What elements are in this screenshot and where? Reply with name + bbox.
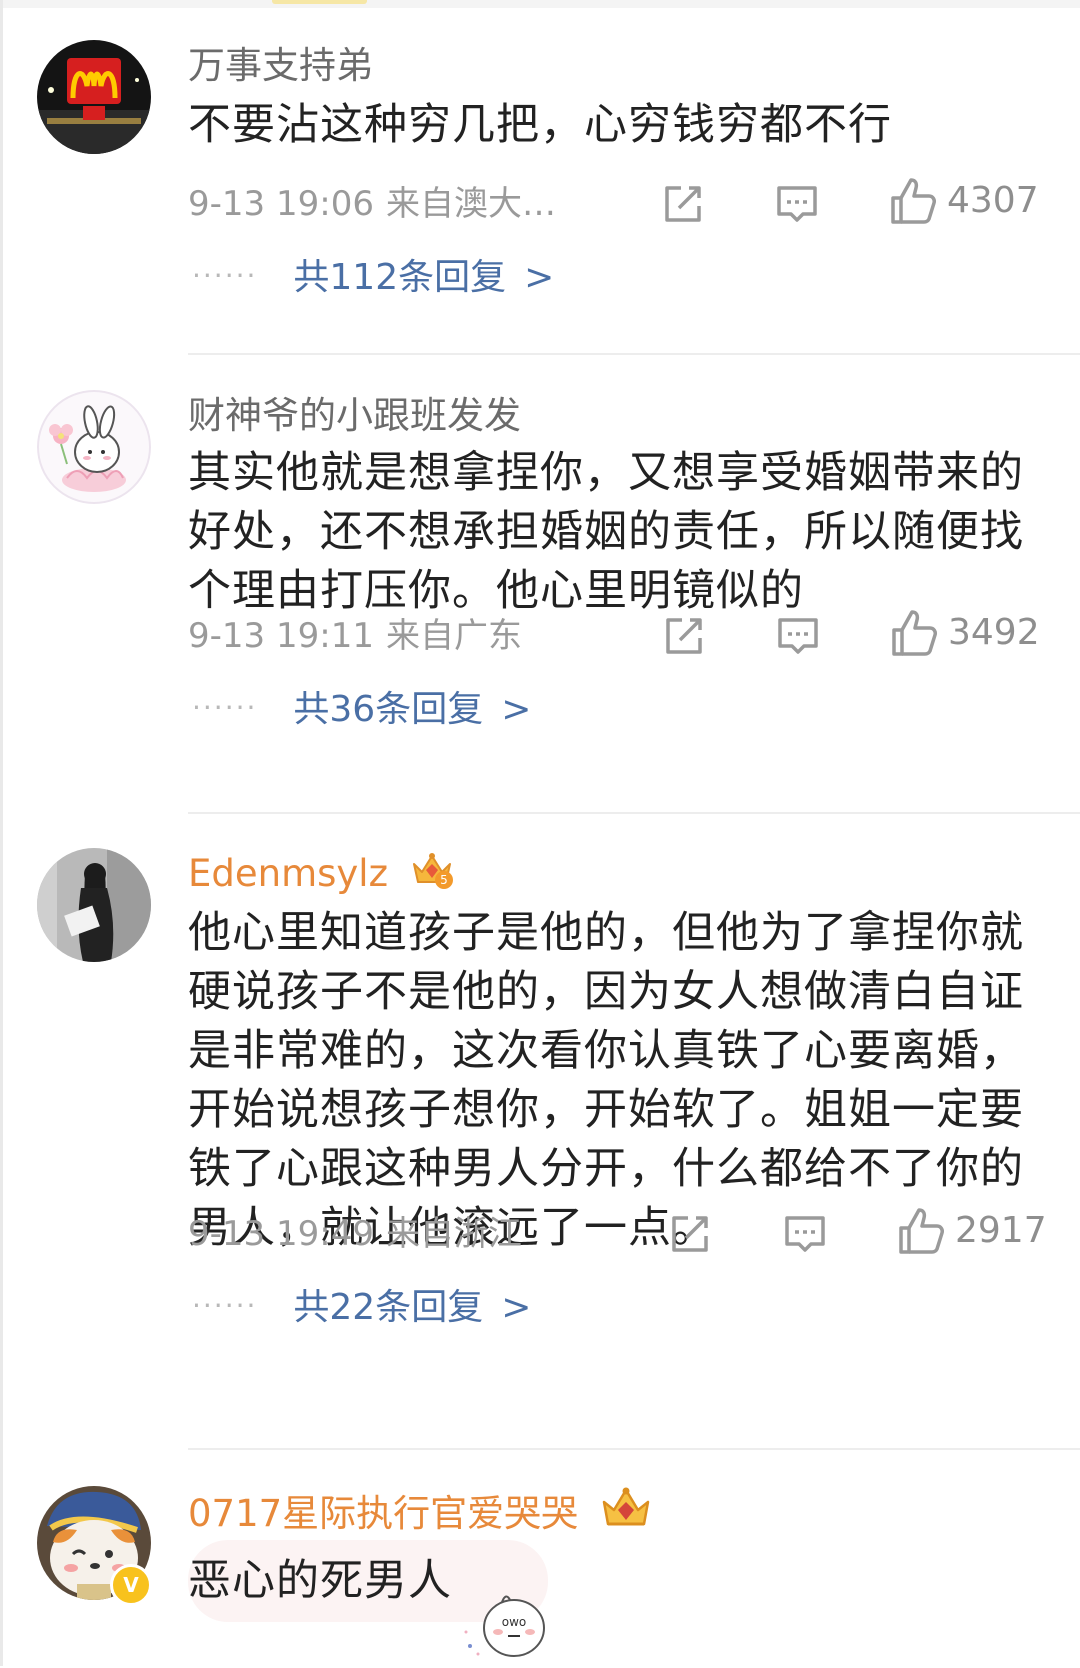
share-icon [665, 186, 701, 222]
like-button[interactable]: 3492 [890, 608, 1040, 658]
top-strip-accent [272, 0, 367, 4]
replies-count: 共22条回复 [293, 1287, 484, 1328]
vip-crown-icon: 5 [410, 850, 454, 904]
view-replies-link[interactable]: ······ 共36条回复 > [192, 684, 531, 734]
replies-count: 共112条回复 [293, 257, 507, 298]
top-strip [0, 0, 1080, 8]
comment-icon [785, 1216, 825, 1252]
comment-button[interactable] [776, 614, 820, 658]
bunny-flower-avatar[interactable] [37, 390, 151, 504]
comment-username[interactable]: 万事支持弟 [188, 40, 373, 92]
share-button[interactable] [662, 614, 706, 658]
svg-text:owo: owo [502, 1615, 527, 1629]
share-icon [672, 1216, 708, 1252]
verified-badge-icon: V [110, 1564, 152, 1606]
comment-location: 来自澳大… [385, 184, 556, 224]
comment-button[interactable] [783, 1212, 827, 1256]
divider [188, 1448, 1080, 1450]
replies-count: 共36条回复 [293, 689, 484, 730]
chevron-right-icon: > [524, 257, 555, 298]
mcdonalds-sign-avatar[interactable] [37, 40, 151, 154]
comment-meta: 9-13 19:06 来自澳大… [188, 180, 556, 228]
vip-crown-icon [600, 1486, 652, 1544]
ellipsis-dots: ······ [192, 259, 258, 292]
comment-meta: 9-13 19:49 来自浙江 [188, 1210, 522, 1258]
comment-location: 来自广东 [385, 616, 522, 656]
thumbs-up-icon [892, 610, 937, 656]
view-replies-link[interactable]: ······ 共112条回复 > [192, 252, 554, 302]
comment-text: 恶心的死男人 [188, 1556, 452, 1606]
comment-button[interactable] [775, 182, 819, 226]
comment-username[interactable]: 0717星际执行官爱哭哭 [188, 1486, 652, 1544]
share-icon [666, 618, 702, 654]
comment-icon [777, 186, 817, 222]
comment-text: 不要沾这种穷几把，心穷钱穷都不行 [188, 100, 892, 150]
comment-time: 9-13 19:11 [188, 616, 374, 656]
username-text: 0717星际执行官爱哭哭 [188, 1492, 579, 1535]
comment-username[interactable]: 财神爷的小跟班发发 [188, 390, 521, 442]
thumbs-up-icon [891, 178, 936, 224]
left-edge-border [0, 0, 3, 1666]
comment-text: 其实他就是想拿捏你，又想享受婚姻带来的好处，还不想承担婚姻的责任，所以随便找个理… [188, 448, 1024, 616]
like-count: 4307 [947, 180, 1039, 221]
like-count: 2917 [955, 1210, 1047, 1251]
thumbs-up-icon [899, 1208, 944, 1254]
girl-silhouette-avatar[interactable] [37, 848, 151, 962]
comment-time: 9-13 19:49 [188, 1214, 374, 1254]
vip-level-text: 5 [440, 873, 448, 887]
share-button[interactable] [668, 1212, 712, 1256]
divider [188, 812, 1080, 814]
comment-location: 来自浙江 [385, 1214, 522, 1254]
ellipsis-dots: ······ [192, 1289, 258, 1322]
view-replies-link[interactable]: ······ 共22条回复 > [192, 1282, 531, 1332]
comment-text: 他心里知道孩子是他的，但他为了拿捏你就硬说孩子不是他的，因为女人想做清白自证是非… [188, 908, 1024, 1253]
bubble-sticker-icon: owo [460, 1584, 550, 1668]
chevron-right-icon: > [501, 689, 532, 730]
comment-time: 9-13 19:06 [188, 184, 374, 224]
like-button[interactable]: 2917 [897, 1206, 1047, 1256]
ellipsis-dots: ······ [192, 691, 258, 724]
like-count: 3492 [948, 612, 1040, 653]
comment-username[interactable]: Edenmsylz 5 [188, 848, 454, 904]
divider [188, 353, 1080, 355]
share-button[interactable] [661, 182, 705, 226]
username-text: Edenmsylz [188, 852, 388, 895]
chevron-right-icon: > [501, 1287, 532, 1328]
like-button[interactable]: 4307 [889, 176, 1039, 226]
comment-meta: 9-13 19:11 来自广东 [188, 612, 522, 660]
comment-icon [778, 618, 818, 654]
